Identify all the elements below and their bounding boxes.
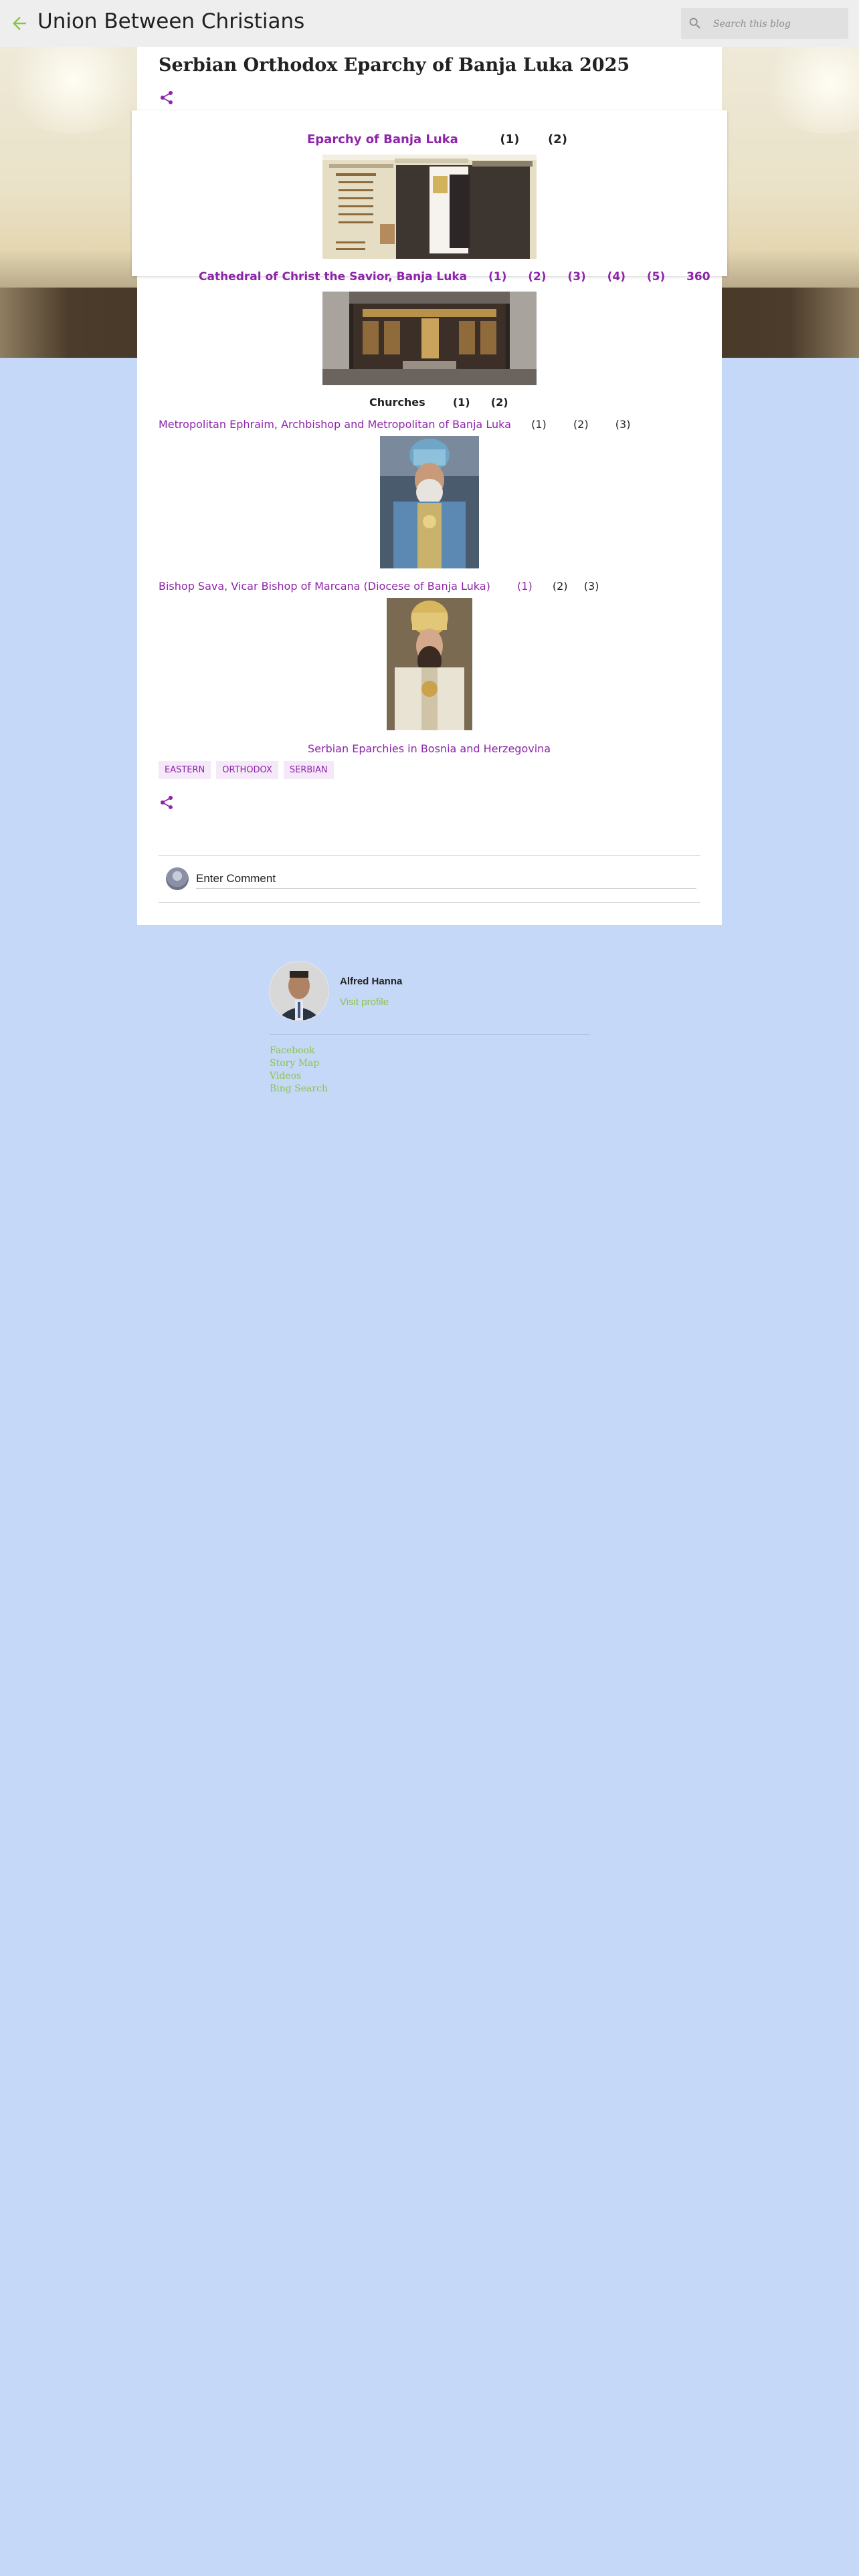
eparchy-ref-2[interactable]: (2) (548, 132, 567, 146)
churches-label: Churches (369, 396, 425, 409)
eparchy-ref-1[interactable]: (1) (500, 132, 519, 146)
comments-divider-bottom (159, 902, 700, 903)
bishop-link[interactable]: Bishop Sava, Vicar Bishop of Marcana (Di… (159, 580, 490, 593)
metropolitan-line: Metropolitan Ephraim, Archbishop and Met… (159, 418, 630, 431)
bishop-line: Bishop Sava, Vicar Bishop of Marcana (Di… (159, 580, 599, 593)
profile-links: Facebook Story Map Videos Bing Search (270, 1045, 328, 1095)
search-input[interactable] (712, 13, 846, 35)
eparchy-link[interactable]: Eparchy of Banja Luka (307, 132, 458, 146)
top-bar: Union Between Christians (0, 0, 859, 47)
cathedral-interior-image[interactable] (322, 292, 537, 385)
metropolitan-ref-1[interactable]: (1) (531, 418, 547, 431)
visit-profile-link[interactable]: Visit profile (340, 996, 389, 1008)
metropolitan-ref-3[interactable]: (3) (615, 418, 631, 431)
profile-name[interactable]: Alfred Hanna (340, 976, 402, 987)
label-eastern[interactable]: EASTERN (159, 761, 211, 779)
share-icon[interactable] (159, 90, 175, 106)
story-map-link[interactable]: Story Map (270, 1058, 319, 1069)
bottom-share-icon[interactable] (159, 794, 175, 811)
back-arrow-icon[interactable] (9, 13, 29, 33)
label-serbian[interactable]: SERBIAN (283, 761, 334, 779)
churches-line: Churches (1) (2) (369, 396, 508, 409)
cathedral-ref-4[interactable]: (4) (607, 270, 626, 284)
eparchy-website-image[interactable] (322, 154, 537, 259)
metropolitan-portrait-image[interactable] (380, 436, 479, 568)
blog-title[interactable]: Union Between Christians (37, 9, 304, 33)
comment-input[interactable] (196, 869, 696, 889)
profile-avatar[interactable] (270, 962, 328, 1021)
comments-divider-top (159, 855, 700, 856)
cathedral-line: Cathedral of Christ the Savior, Banja Lu… (199, 270, 710, 284)
cathedral-ref-1[interactable]: (1) (488, 270, 506, 284)
profile-divider (270, 1034, 589, 1035)
cathedral-360-link[interactable]: 360 (686, 270, 710, 284)
post-labels: EASTERN ORTHODOX SERBIAN (159, 761, 334, 779)
churches-ref-1[interactable]: (1) (453, 396, 470, 409)
bishop-ref-2[interactable]: (2) (553, 580, 568, 593)
eparchy-line: Eparchy of Banja Luka (1) (2) (307, 132, 567, 146)
bishop-ref-1[interactable]: (1) (517, 580, 533, 593)
cathedral-ref-3[interactable]: (3) (567, 270, 585, 284)
label-orthodox[interactable]: ORTHODOX (216, 761, 278, 779)
bishop-ref-3[interactable]: (3) (584, 580, 599, 593)
cathedral-ref-5[interactable]: (5) (647, 270, 665, 284)
post-title: Serbian Orthodox Eparchy of Banja Luka 2… (159, 55, 630, 76)
serbian-eparchies-link[interactable]: Serbian Eparchies in Bosnia and Herzegov… (308, 742, 551, 755)
churches-ref-2[interactable]: (2) (491, 396, 508, 409)
eparchies-line: Serbian Eparchies in Bosnia and Herzegov… (308, 742, 551, 755)
cathedral-link[interactable]: Cathedral of Christ the Savior, Banja Lu… (199, 270, 467, 284)
search-box[interactable] (681, 8, 848, 39)
search-icon[interactable] (688, 16, 702, 31)
metropolitan-link[interactable]: Metropolitan Ephraim, Archbishop and Met… (159, 418, 511, 431)
facebook-link[interactable]: Facebook (270, 1045, 315, 1056)
videos-link[interactable]: Videos (270, 1071, 301, 1081)
metropolitan-ref-2[interactable]: (2) (573, 418, 589, 431)
bishop-portrait-image[interactable] (387, 598, 472, 730)
bing-search-link[interactable]: Bing Search (270, 1083, 328, 1094)
commenter-avatar (166, 867, 189, 890)
cathedral-ref-2[interactable]: (2) (528, 270, 546, 284)
